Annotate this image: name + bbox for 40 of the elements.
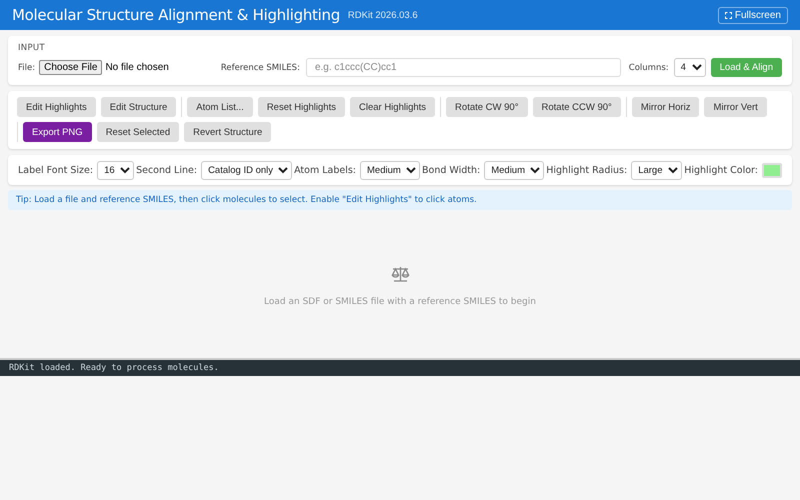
toolbar-button[interactable]: Revert Structure (184, 122, 272, 142)
toolbar-button[interactable]: Export PNG (23, 122, 92, 142)
columns-select[interactable]: 4 (674, 58, 706, 77)
color-swatch[interactable] (762, 162, 782, 178)
option-select[interactable]: Large (631, 160, 682, 180)
version-label: RDKit 2026.03.6 (348, 10, 418, 20)
option-label: Highlight Color: (684, 164, 758, 176)
option-select[interactable]: Medium (484, 160, 544, 180)
toolbar-button[interactable]: Mirror Horiz (632, 97, 700, 117)
option-label: Label Font Size: (18, 164, 94, 176)
app-title: Molecular Structure Alignment & Highlighting (12, 6, 340, 24)
toolbar-button[interactable]: Clear Highlights (350, 97, 436, 117)
tip-text: Tip: Load a file and reference SMILES, then click molecules to select. Enable "Edit Highlights" to click atoms. (16, 195, 477, 205)
option-label: Second Line: (136, 164, 198, 176)
choose-file-button[interactable]: Choose File (39, 60, 102, 75)
toolbar-button[interactable]: Reset Selected (96, 122, 180, 142)
empty-message: Load an SDF or SMILES file with a reference SMILES to begin (264, 297, 536, 307)
option-select[interactable]: Medium (360, 160, 420, 180)
fullscreen-icon (724, 12, 732, 18)
fullscreen-button[interactable]: Fullscreen (718, 6, 788, 24)
toolbar-button[interactable]: Mirror Vert (704, 97, 767, 117)
option-label: Atom Labels: (294, 164, 356, 176)
toolbar-button[interactable]: Rotate CCW 90° (532, 97, 621, 117)
option-select[interactable]: Catalog ID only (201, 160, 292, 180)
smiles-label: Reference SMILES: (220, 62, 300, 72)
section-title: INPUT (18, 43, 46, 53)
smiles-field[interactable]: e.g. c1ccc(CC)cc1 (306, 58, 621, 77)
toolbar-button[interactable]: Edit Highlights (17, 97, 96, 117)
status-text: RDKit loaded. Ready to process molecules. (9, 363, 219, 373)
option-label: Highlight Radius: (546, 164, 628, 176)
toolbar-button[interactable]: Rotate CW 90° (446, 97, 528, 117)
toolbar-button[interactable]: Edit Structure (100, 97, 176, 117)
toolbar-button[interactable]: Atom List... (187, 97, 253, 117)
file-status: No file chosen (105, 62, 169, 73)
balance-scale-icon (390, 266, 410, 282)
toolbar-button[interactable]: Reset Highlights (258, 97, 345, 117)
option-label: Bond Width: (422, 164, 480, 176)
option-select[interactable]: 16 (97, 160, 134, 180)
file-label: File: (18, 62, 36, 72)
columns-label: Columns: (628, 62, 669, 72)
